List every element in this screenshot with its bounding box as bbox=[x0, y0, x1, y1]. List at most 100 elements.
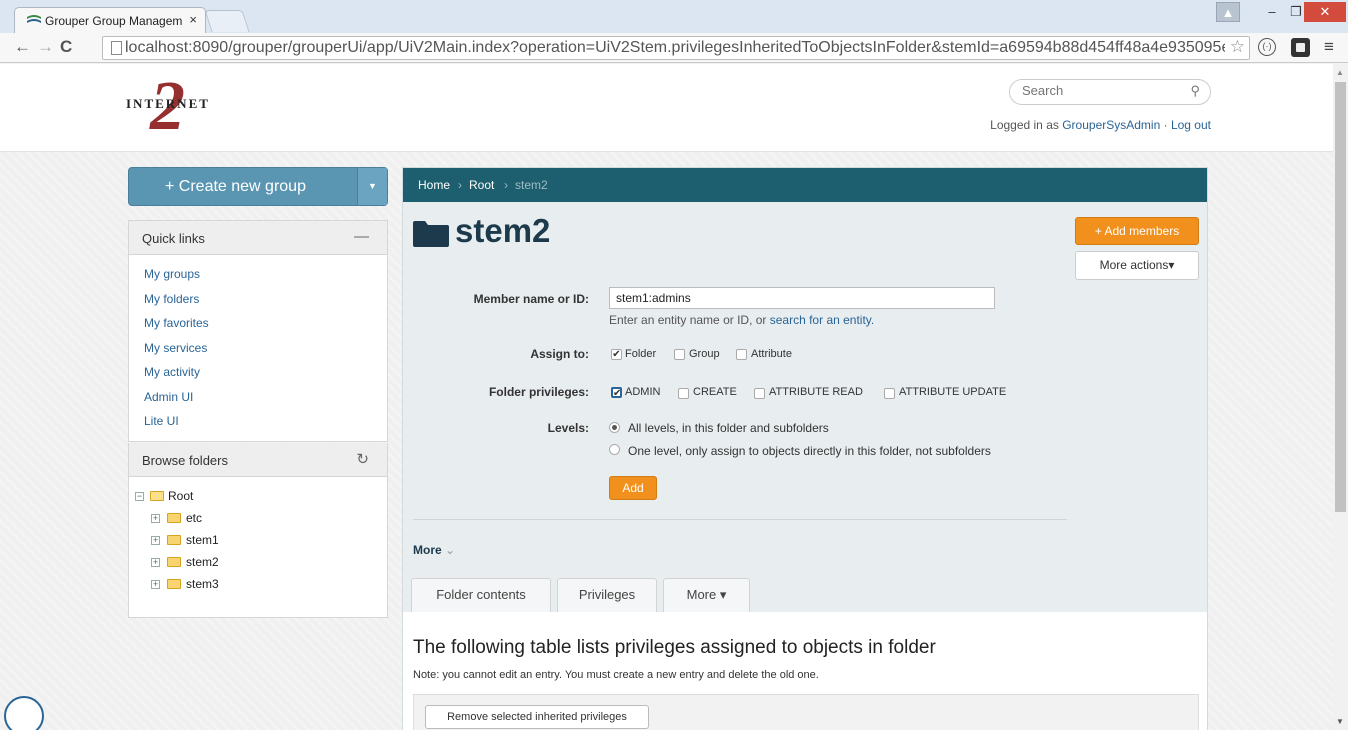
extension-square-icon[interactable] bbox=[1291, 38, 1310, 57]
quick-link-my-services[interactable]: My services bbox=[144, 341, 207, 355]
tab-privileges[interactable]: Privileges bbox=[557, 578, 657, 612]
more-toggle[interactable]: More ⌄ bbox=[413, 543, 455, 557]
privilege-create-checkbox[interactable] bbox=[678, 388, 689, 399]
tree-node-label[interactable]: Root bbox=[168, 489, 193, 503]
quick-links-header[interactable]: Quick links — bbox=[129, 221, 387, 255]
tree-expand-icon[interactable]: + bbox=[151, 558, 160, 567]
tree-node-label[interactable]: etc bbox=[186, 511, 202, 525]
extension-icon[interactable]: (·) bbox=[1258, 38, 1276, 56]
logged-in-prefix: Logged in as bbox=[990, 118, 1059, 132]
refresh-icon[interactable]: ↻ bbox=[356, 450, 369, 468]
tab-folder-contents[interactable]: Folder contents bbox=[411, 578, 551, 612]
privilege-attribute-read-label: ATTRIBUTE READ bbox=[769, 386, 863, 398]
tab-title: Grouper Group Managem bbox=[45, 14, 183, 28]
breadcrumb: Home › Root › stem2 bbox=[403, 168, 1207, 202]
new-tab-button[interactable] bbox=[204, 10, 250, 32]
site-header: 2 INTERNET ⚲ Logged in as GrouperSysAdmi… bbox=[0, 64, 1333, 152]
add-members-button[interactable]: + Add members bbox=[1075, 217, 1199, 245]
search-entity-link[interactable]: search for an entity. bbox=[770, 313, 875, 327]
assign-attribute-checkbox[interactable] bbox=[736, 349, 747, 360]
login-separator: · bbox=[1163, 118, 1168, 132]
browse-folders-title: Browse folders bbox=[142, 453, 228, 468]
member-hint-text: Enter an entity name or ID, or bbox=[609, 313, 767, 327]
tab-more[interactable]: More ▾ bbox=[663, 578, 750, 612]
url-text[interactable]: localhost:8090/grouper/grouperUi/app/UiV… bbox=[125, 39, 1225, 57]
tree-node-root[interactable]: − Root bbox=[135, 489, 387, 511]
breadcrumb-home[interactable]: Home bbox=[418, 178, 450, 192]
search-box[interactable]: ⚲ bbox=[1009, 79, 1211, 105]
create-dropdown-caret-icon[interactable]: ▼ bbox=[357, 168, 387, 205]
tab-close-icon[interactable]: × bbox=[189, 12, 197, 27]
more-actions-button[interactable]: More actions▾ bbox=[1075, 251, 1199, 280]
breadcrumb-root[interactable]: Root bbox=[469, 178, 494, 192]
tree-node-stem1[interactable]: + stem1 bbox=[135, 533, 387, 555]
create-new-group-label: + Create new group bbox=[165, 178, 306, 195]
quick-link-my-folders[interactable]: My folders bbox=[144, 292, 199, 306]
tree-expand-icon[interactable]: + bbox=[151, 536, 160, 545]
quick-link-lite-ui[interactable]: Lite UI bbox=[144, 414, 179, 428]
member-name-input[interactable] bbox=[609, 287, 995, 309]
privilege-attribute-read-checkbox[interactable] bbox=[754, 388, 765, 399]
open-folder-icon bbox=[150, 491, 164, 501]
collapse-icon[interactable]: — bbox=[354, 228, 369, 245]
logout-link[interactable]: Log out bbox=[1171, 118, 1211, 132]
browse-folders-header: Browse folders ↻ bbox=[129, 443, 387, 477]
add-privilege-button[interactable]: Add bbox=[609, 476, 657, 500]
quick-link-admin-ui[interactable]: Admin UI bbox=[144, 390, 193, 404]
minimize-button[interactable]: – bbox=[1260, 2, 1284, 22]
privilege-admin-checkbox[interactable]: ✔ bbox=[611, 387, 622, 399]
levels-all-radio[interactable] bbox=[609, 422, 620, 433]
address-bar[interactable]: localhost:8090/grouper/grouperUi/app/UiV… bbox=[102, 36, 1250, 60]
remove-inherited-privileges-button[interactable]: Remove selected inherited privileges bbox=[425, 705, 649, 729]
content-note: Note: you cannot edit an entry. You must… bbox=[413, 669, 819, 681]
folder-icon bbox=[167, 535, 181, 545]
breadcrumb-separator: › bbox=[504, 178, 508, 192]
close-window-button[interactable]: ✕ bbox=[1304, 2, 1346, 22]
user-profile-icon[interactable]: ▲ bbox=[1216, 2, 1240, 22]
tree-collapse-icon[interactable]: − bbox=[135, 492, 144, 501]
page-scrollbar[interactable]: ▲ ▼ bbox=[1333, 64, 1348, 730]
levels-one-label: One level, only assign to objects direct… bbox=[628, 444, 991, 458]
tree-node-etc[interactable]: + etc bbox=[135, 511, 387, 533]
quick-links-title: Quick links bbox=[142, 231, 205, 246]
page-icon bbox=[111, 41, 122, 55]
scroll-up-icon[interactable]: ▲ bbox=[1336, 68, 1344, 77]
tree-expand-icon[interactable]: + bbox=[151, 580, 160, 589]
privilege-attribute-update-checkbox[interactable] bbox=[884, 388, 895, 399]
search-input[interactable] bbox=[1022, 83, 1172, 98]
tree-node-stem2[interactable]: + stem2 bbox=[135, 555, 387, 577]
logo-text: INTERNET bbox=[126, 96, 210, 111]
quick-link-my-activity[interactable]: My activity bbox=[144, 365, 200, 379]
grouper-favicon-icon bbox=[27, 15, 41, 23]
folder-privileges-label: Folder privileges: bbox=[488, 385, 589, 399]
privileges-table-toolbar: Remove selected inherited privileges bbox=[413, 694, 1199, 730]
tree-node-stem3[interactable]: + stem3 bbox=[135, 577, 387, 599]
tree-node-label[interactable]: stem1 bbox=[186, 533, 219, 547]
folder-tree: − Root + etc + stem1 + stem2 + stem3 bbox=[129, 477, 387, 599]
levels-one-radio[interactable] bbox=[609, 444, 620, 455]
divider bbox=[413, 519, 1067, 520]
quick-link-my-favorites[interactable]: My favorites bbox=[144, 316, 209, 330]
tree-node-label[interactable]: stem3 bbox=[186, 577, 219, 591]
forward-icon[interactable]: → bbox=[37, 38, 54, 56]
scrollbar-thumb[interactable] bbox=[1335, 82, 1346, 512]
browser-menu-icon[interactable]: ≡ bbox=[1324, 37, 1334, 57]
search-icon[interactable]: ⚲ bbox=[1190, 83, 1200, 99]
assign-group-checkbox[interactable] bbox=[674, 349, 685, 360]
user-link[interactable]: GrouperSysAdmin bbox=[1062, 118, 1160, 132]
assign-folder-checkbox[interactable]: ✔ bbox=[611, 349, 622, 360]
browser-tab[interactable]: Grouper Group Managem × bbox=[14, 7, 206, 33]
tree-node-label[interactable]: stem2 bbox=[186, 555, 219, 569]
internet2-logo[interactable]: 2 INTERNET bbox=[126, 72, 236, 150]
levels-all-label: All levels, in this folder and subfolder… bbox=[628, 421, 829, 435]
back-icon[interactable]: ← bbox=[14, 38, 31, 56]
reload-icon[interactable]: C bbox=[60, 38, 72, 56]
bookmark-star-icon[interactable]: ☆ bbox=[1230, 37, 1245, 57]
help-circle-icon[interactable] bbox=[4, 696, 44, 730]
quick-link-my-groups[interactable]: My groups bbox=[144, 267, 200, 281]
privilege-create-label: CREATE bbox=[693, 386, 737, 398]
create-new-group-button[interactable]: + Create new group ▼ bbox=[128, 167, 388, 206]
tree-expand-icon[interactable]: + bbox=[151, 514, 160, 523]
scroll-down-icon[interactable]: ▼ bbox=[1336, 717, 1344, 726]
levels-label: Levels: bbox=[547, 421, 589, 435]
